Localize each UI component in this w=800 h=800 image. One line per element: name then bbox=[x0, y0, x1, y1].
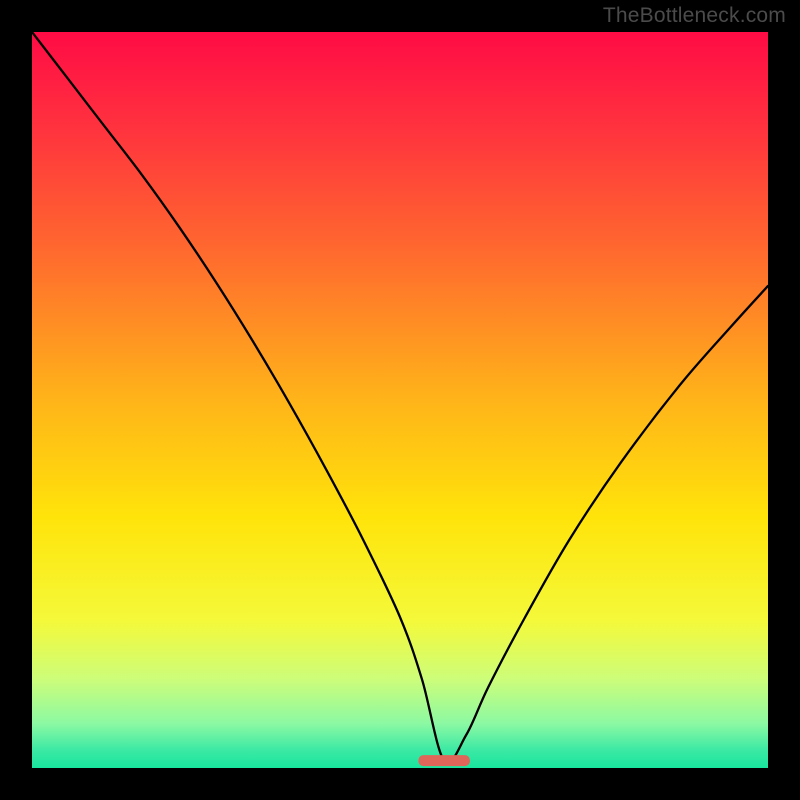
chart-frame: TheBottleneck.com bbox=[0, 0, 800, 800]
plot-area bbox=[32, 32, 768, 768]
optimum-marker bbox=[418, 755, 470, 766]
plot-svg bbox=[32, 32, 768, 768]
gradient-background bbox=[32, 32, 768, 768]
watermark-text: TheBottleneck.com bbox=[603, 4, 786, 28]
